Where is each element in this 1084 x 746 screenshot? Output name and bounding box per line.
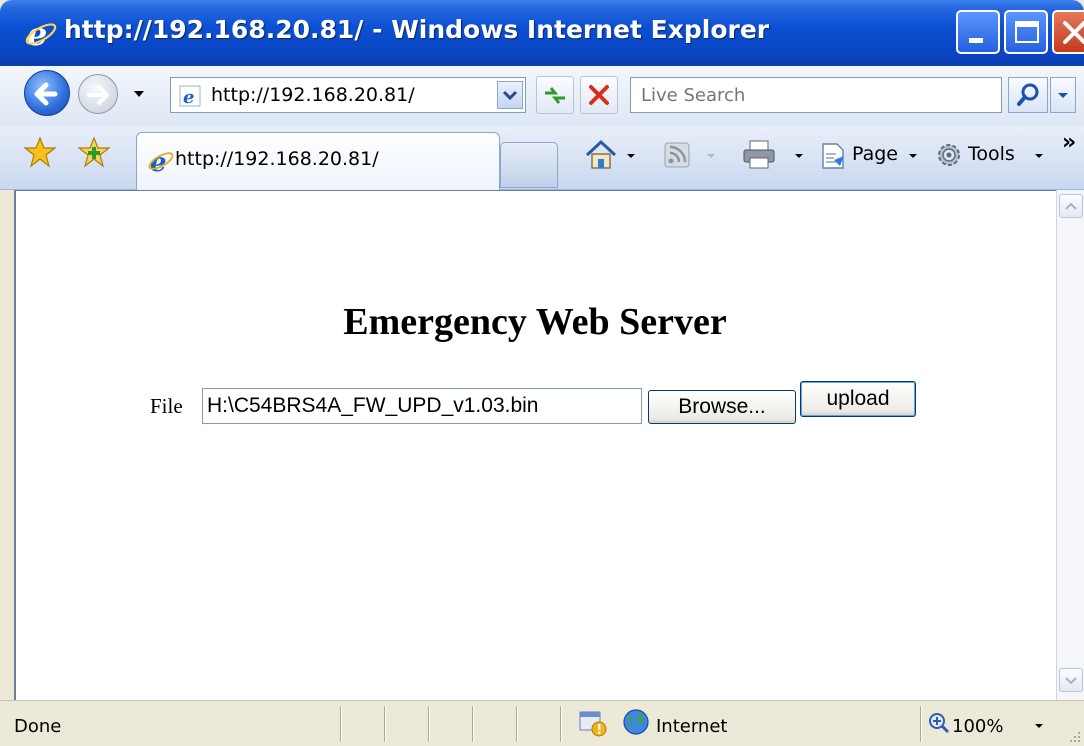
recent-pages-dropdown-icon[interactable]: [132, 88, 146, 100]
file-path-input[interactable]: [203, 389, 641, 423]
zoom-dropdown-icon[interactable]: [1034, 723, 1044, 729]
address-bar[interactable]: e http://192.168.20.81/: [170, 77, 526, 113]
back-arrow-icon: [34, 82, 58, 106]
tools-dropdown-icon[interactable]: [1034, 153, 1044, 159]
status-text: Done: [14, 716, 62, 737]
minimize-button[interactable]: [956, 10, 1000, 54]
search-box[interactable]: [630, 77, 1002, 113]
print-icon[interactable]: [742, 140, 776, 170]
window-title: http://192.168.20.81/ - Windows Internet…: [64, 15, 770, 44]
search-input[interactable]: [631, 78, 1001, 112]
page-ie-icon: e: [179, 85, 201, 107]
svg-text:e: e: [183, 87, 194, 107]
print-dropdown-icon[interactable]: [794, 153, 804, 159]
status-divider: [428, 706, 430, 742]
tab-ie-icon: e: [148, 148, 174, 175]
status-divider: [560, 706, 562, 742]
ie-window: e http://192.168.20.81/ - Windows Intern…: [0, 0, 1084, 746]
browse-button[interactable]: Browse...: [648, 390, 796, 424]
favorites-star-icon[interactable]: [24, 136, 56, 168]
upload-button[interactable]: upload: [800, 381, 916, 417]
forward-arrow-icon: [87, 85, 109, 105]
search-icon: [1017, 83, 1039, 106]
title-bar[interactable]: e http://192.168.20.81/ - Windows Intern…: [0, 0, 1084, 66]
minimize-icon: [969, 38, 983, 43]
tools-gear-icon[interactable]: [934, 140, 964, 170]
address-text[interactable]: http://192.168.20.81/: [211, 84, 415, 106]
internet-globe-icon: [623, 709, 649, 735]
protected-mode-icon[interactable]: [578, 708, 608, 738]
file-label: File: [150, 394, 183, 418]
more-commands-chevron-icon[interactable]: »: [1062, 130, 1076, 155]
security-zone-label: Internet: [656, 716, 728, 737]
chevron-down-icon: [1065, 677, 1077, 685]
forward-button[interactable]: [78, 74, 118, 114]
page-dropdown-icon[interactable]: [908, 153, 918, 159]
chevron-up-icon: [1065, 202, 1077, 210]
stop-button[interactable]: [580, 76, 618, 114]
feeds-icon[interactable]: [664, 142, 690, 168]
scroll-down-button[interactable]: [1059, 668, 1083, 692]
maximize-button[interactable]: [1004, 10, 1048, 54]
chevron-down-icon: [1058, 93, 1068, 98]
file-path-field[interactable]: [202, 388, 642, 424]
web-content-area: [14, 190, 1056, 700]
tools-menu-label[interactable]: Tools: [968, 143, 1015, 165]
tab-label: http://192.168.20.81/: [175, 148, 379, 170]
back-button[interactable]: [24, 70, 70, 116]
refresh-button[interactable]: [536, 76, 574, 114]
close-button[interactable]: [1052, 10, 1084, 54]
status-divider: [516, 706, 518, 742]
maximize-icon: [1015, 21, 1039, 43]
close-icon: [1063, 21, 1084, 44]
new-tab-button[interactable]: [500, 142, 558, 188]
add-favorite-icon[interactable]: [78, 136, 110, 168]
stop-icon: [589, 85, 609, 105]
scroll-up-button[interactable]: [1059, 194, 1083, 218]
status-divider: [340, 706, 342, 742]
status-divider: [920, 706, 922, 742]
page-icon[interactable]: [820, 142, 848, 170]
search-button[interactable]: [1008, 77, 1048, 113]
search-options-button[interactable]: [1050, 77, 1076, 113]
page-menu-label[interactable]: Page: [852, 143, 898, 165]
feeds-dropdown-icon: [707, 154, 715, 158]
resize-grip-icon[interactable]: [1066, 728, 1082, 744]
zoom-level[interactable]: 100%: [952, 716, 1003, 737]
address-dropdown-button[interactable]: [497, 81, 523, 109]
ie-logo-icon: e: [25, 17, 57, 51]
home-dropdown-icon[interactable]: [626, 153, 636, 159]
zoom-icon[interactable]: [928, 712, 950, 734]
home-icon[interactable]: [584, 138, 618, 172]
chevron-down-icon: [502, 90, 518, 101]
vertical-scrollbar[interactable]: [1056, 190, 1084, 700]
status-divider: [384, 706, 386, 742]
page-heading: Emergency Web Server: [343, 301, 727, 343]
status-divider: [472, 706, 474, 742]
refresh-icon: [545, 87, 565, 104]
tab-current[interactable]: e http://192.168.20.81/: [136, 132, 500, 190]
